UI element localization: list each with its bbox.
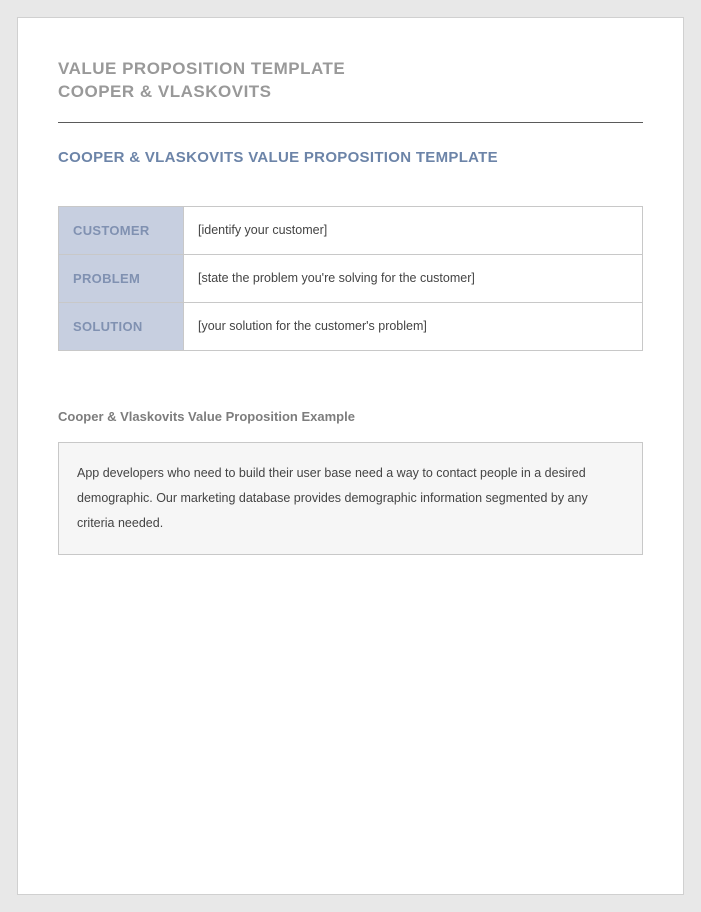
example-box: App developers who need to build their u…	[58, 442, 643, 555]
customer-label: CUSTOMER	[59, 206, 184, 254]
customer-value: [identify your customer]	[184, 206, 643, 254]
problem-value: [state the problem you're solving for th…	[184, 254, 643, 302]
table-row: CUSTOMER [identify your customer]	[59, 206, 643, 254]
divider	[58, 122, 643, 123]
title-line-1: VALUE PROPOSITION TEMPLATE	[58, 58, 643, 81]
document-page: VALUE PROPOSITION TEMPLATE COOPER & VLAS…	[17, 17, 684, 895]
example-title: Cooper & Vlaskovits Value Proposition Ex…	[58, 409, 643, 424]
solution-value: [your solution for the customer's proble…	[184, 302, 643, 350]
solution-label: SOLUTION	[59, 302, 184, 350]
problem-label: PROBLEM	[59, 254, 184, 302]
section-title: COOPER & VLASKOVITS VALUE PROPOSITION TE…	[58, 149, 643, 166]
table-row: SOLUTION [your solution for the customer…	[59, 302, 643, 350]
title-line-2: COOPER & VLASKOVITS	[58, 81, 643, 104]
table-row: PROBLEM [state the problem you're solvin…	[59, 254, 643, 302]
title-block: VALUE PROPOSITION TEMPLATE COOPER & VLAS…	[58, 58, 643, 104]
value-proposition-table: CUSTOMER [identify your customer] PROBLE…	[58, 206, 643, 351]
